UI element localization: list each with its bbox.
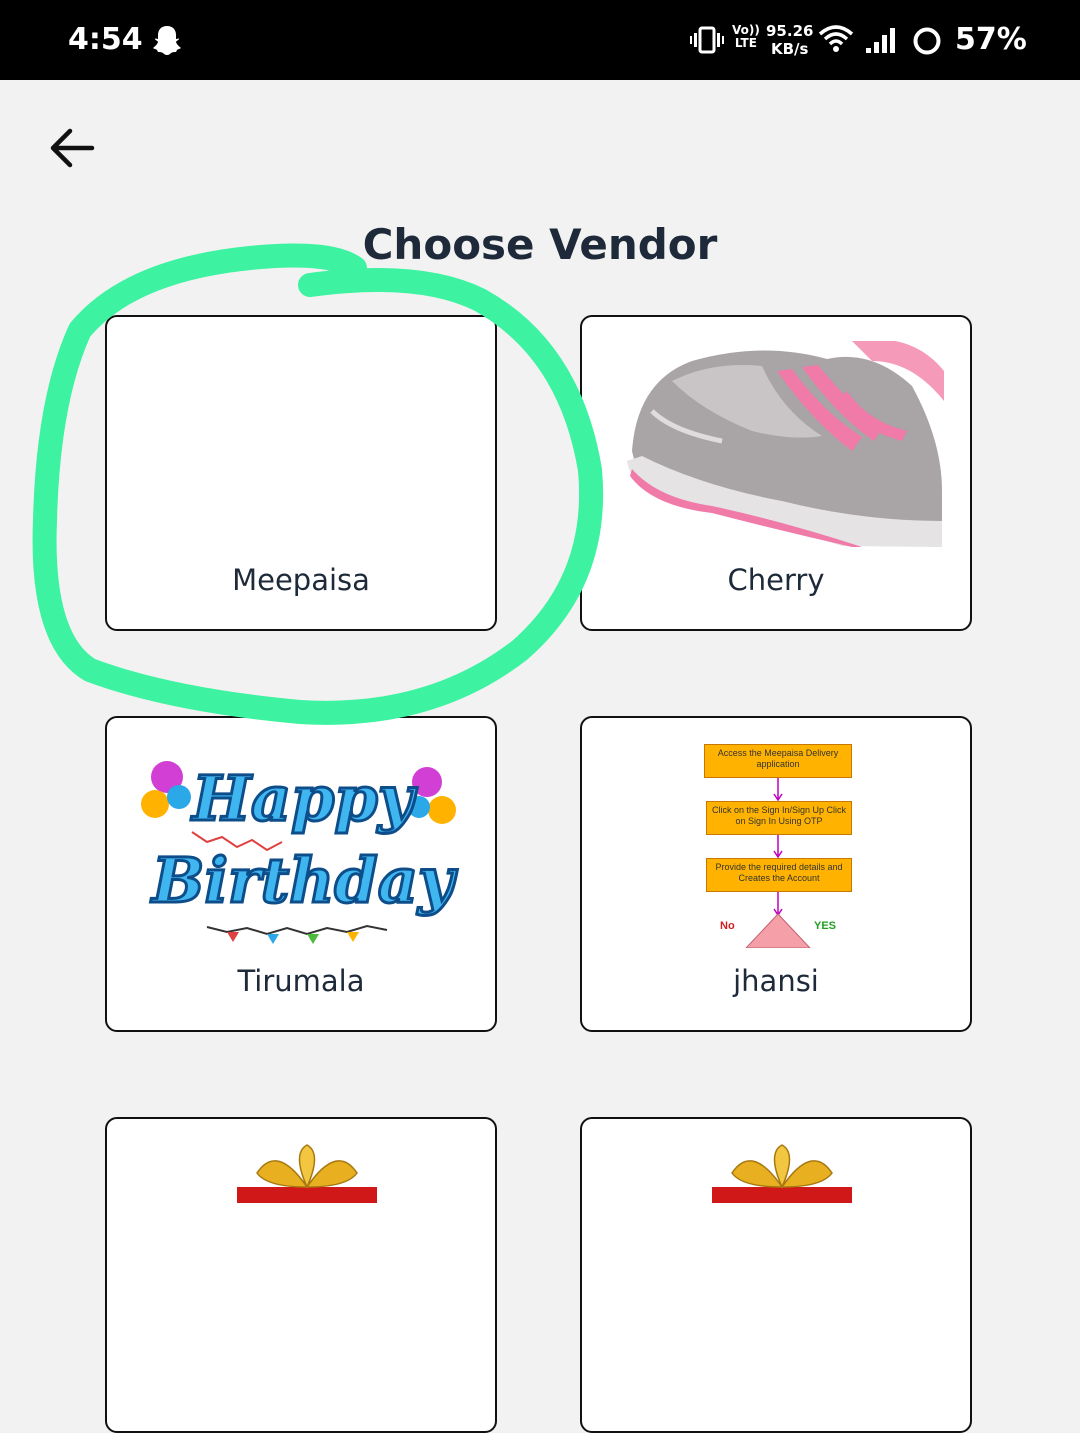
speed-unit: KB/s (770, 40, 809, 58)
page-title: Choose Vendor (362, 220, 718, 269)
battery-percent: 57% (955, 22, 1027, 57)
status-bar: 4:54 Vo)) LTE 95.26 KB/s 57% (0, 0, 1080, 80)
vendor-card-jhansi[interactable]: Access the Meepaisa Delivery application… (580, 716, 972, 1032)
vendor-name: jhansi (733, 964, 819, 998)
flow-yes-label: YES (814, 920, 837, 932)
vibrate-icon (690, 26, 724, 59)
vendor-name: Cherry (727, 563, 825, 597)
flow-no-label: No (720, 920, 735, 932)
volte-indicator: Vo)) LTE (732, 24, 760, 50)
wifi-icon (818, 24, 854, 59)
vendor-card-5[interactable] (105, 1117, 497, 1433)
vendor-card-tirumala[interactable]: Happy Birthday Tirumala (105, 716, 497, 1032)
network-speed: 95.26 KB/s (766, 22, 813, 58)
vendor-card-6[interactable] (580, 1117, 972, 1433)
back-button[interactable] (46, 124, 98, 172)
birthday-line1: Happy (190, 762, 417, 835)
speed-value: 95.26 (766, 22, 814, 40)
gift-bow-icon (712, 1144, 852, 1203)
vendor-image-sneaker (627, 341, 944, 547)
flow-arrows (745, 778, 811, 948)
vendor-card-meepaisa[interactable]: Meepaisa (105, 315, 497, 631)
vendor-card-cherry[interactable]: Cherry (580, 315, 972, 631)
snapchat-icon (152, 24, 182, 61)
vendor-image-birthday: Happy Birthday (141, 761, 459, 944)
vendor-name: Meepaisa (232, 563, 370, 597)
volte-line2: LTE (734, 36, 757, 50)
vendor-name: Tirumala (237, 964, 365, 998)
vendor-image-flowchart: Access the Meepaisa Delivery application… (704, 744, 852, 948)
gift-bow-icon (237, 1144, 377, 1203)
birthday-line2: Birthday (150, 844, 458, 917)
status-time: 4:54 (68, 22, 143, 57)
battery-ring-icon (912, 26, 942, 61)
signal-icon (864, 26, 898, 59)
arrow-left-icon (50, 128, 95, 168)
